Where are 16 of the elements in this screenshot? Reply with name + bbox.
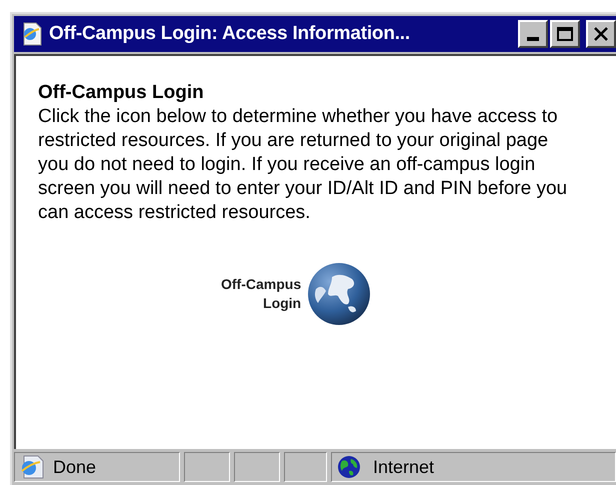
maximize-button[interactable]: [550, 20, 580, 48]
globe-icon: [337, 455, 361, 479]
window-title: Off-Campus Login: Access Information...: [49, 22, 410, 46]
maximize-icon: [557, 27, 573, 41]
close-button[interactable]: [586, 20, 616, 48]
status-text: Done: [53, 456, 96, 478]
minimize-icon: [527, 37, 539, 41]
heading: Off-Campus Login: [38, 81, 205, 105]
status-pane: [284, 452, 327, 482]
off-campus-login-link[interactable]: Off-Campus Login: [221, 259, 374, 329]
close-icon: [593, 27, 609, 41]
paragraph: Click the icon below to determine whether you have access to restricted resources. If you are returned to your original page you do not need to login. If you receive an off-campus login screen you will need to enter your ID/Alt ID and PIN before you can access restricted resources.: [38, 105, 568, 225]
zone-text: Internet: [373, 456, 434, 478]
minimize-button[interactable]: [518, 20, 548, 48]
status-pane: [234, 452, 280, 482]
status-pane: [184, 452, 230, 482]
